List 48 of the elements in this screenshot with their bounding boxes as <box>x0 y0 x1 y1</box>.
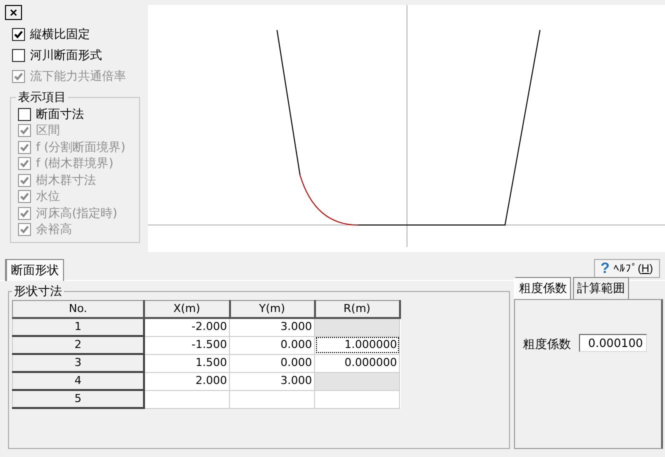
column-header[interactable]: Y(m) <box>230 300 314 318</box>
field-label: 粗度係数 <box>523 336 571 353</box>
checkbox-label: f (分割断面境界) <box>36 138 126 156</box>
checkbox-label: 河川断面形式 <box>30 47 102 64</box>
checkbox-label: 河床高(指定時) <box>36 204 118 222</box>
table-cell[interactable]: 1.000000 <box>314 336 400 354</box>
input-field[interactable]: 0.000100 <box>579 334 647 352</box>
row-header: 2 <box>12 336 144 354</box>
table-cell[interactable] <box>144 390 230 408</box>
checkbox[interactable] <box>12 49 25 62</box>
checkbox-label: 区間 <box>36 122 60 140</box>
table-cell[interactable]: 1.500 <box>144 354 230 372</box>
table-cell[interactable] <box>230 390 314 408</box>
checkbox-label: 樹木群寸法 <box>36 172 96 189</box>
checkbox[interactable] <box>12 28 25 41</box>
table-cell[interactable]: 3.000 <box>230 372 314 390</box>
checkbox[interactable] <box>18 108 31 121</box>
table-cell[interactable]: 3.000 <box>230 318 314 336</box>
table-cell[interactable] <box>314 390 400 408</box>
checkbox-label: 水位 <box>36 188 60 206</box>
tab[interactable]: 計算範囲 <box>573 277 629 299</box>
table-cell[interactable] <box>314 318 400 336</box>
table-cell[interactable]: -2.000 <box>144 318 230 336</box>
table-cell[interactable]: 2.000 <box>144 372 230 390</box>
column-header[interactable]: X(m) <box>144 300 230 318</box>
checkbox-label: 余裕高 <box>36 221 72 238</box>
group-title: 形状寸法 <box>13 283 63 300</box>
column-header[interactable]: No. <box>12 300 144 318</box>
table-cell[interactable]: 0.000 <box>230 354 314 372</box>
row-header: 5 <box>12 390 144 408</box>
tab[interactable]: 断面形状 <box>5 259 64 281</box>
close-button[interactable]: × <box>5 5 22 20</box>
checkbox-label: 断面寸法 <box>36 106 84 123</box>
table-cell[interactable]: 0.000000 <box>314 354 400 372</box>
row-header: 4 <box>12 372 144 390</box>
checkbox-label: 流下能力共通倍率 <box>30 68 126 85</box>
checkbox-label: 縦横比固定 <box>30 26 90 43</box>
row-header: 3 <box>12 354 144 372</box>
table-cell[interactable]: 0.000 <box>230 336 314 354</box>
table-cell[interactable]: -1.500 <box>144 336 230 354</box>
checkbox-label: f (樹木群境界) <box>36 155 114 172</box>
tab[interactable]: 粗度係数 <box>514 277 571 299</box>
table-cell[interactable] <box>314 372 400 390</box>
group-title: 表示項目 <box>17 89 67 106</box>
help-icon: ? <box>600 261 610 276</box>
row-header: 1 <box>12 318 144 336</box>
help-button[interactable]: ? ﾍﾙﾌﾟ(H) <box>594 259 660 278</box>
column-header[interactable]: R(m) <box>314 300 400 318</box>
